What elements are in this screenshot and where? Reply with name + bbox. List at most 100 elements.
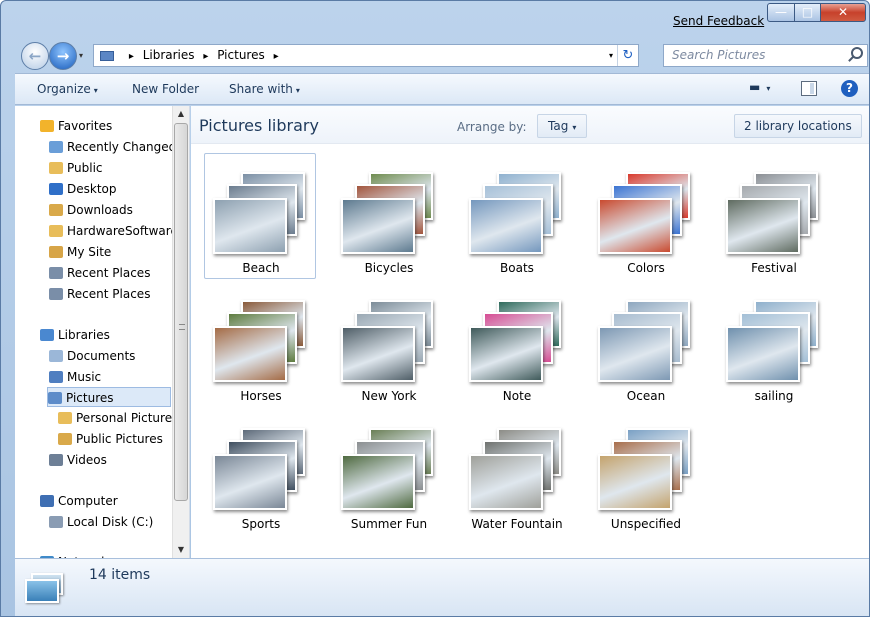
sidebar-item-downloads[interactable]: Downloads [49, 200, 133, 220]
library-locations-button[interactable]: 2 library locations [734, 114, 862, 138]
search-icon[interactable] [851, 47, 863, 59]
grip-icon [179, 324, 185, 330]
libraries-icon [40, 329, 54, 341]
sidebar-item-label: Computer [58, 494, 118, 508]
sidebar-item-desktop[interactable]: Desktop [49, 179, 117, 199]
breadcrumb-libraries[interactable]: Libraries [143, 48, 195, 62]
sidebar-item-recent-places[interactable]: Recent Places [49, 263, 150, 283]
back-button[interactable]: ← [21, 42, 49, 70]
sidebar-item-public-pictures[interactable]: Public Pictures [58, 429, 163, 449]
sidebar-item-public[interactable]: Public [49, 158, 103, 178]
sidebar-item-local-disk-c[interactable]: Local Disk (C:) [49, 512, 153, 532]
breadcrumb-separator-icon[interactable]: ▸ [274, 51, 279, 62]
library-tile-summer-fun[interactable]: Summer Fun [332, 409, 444, 535]
disk-icon [49, 516, 63, 528]
share-with-label: Share with [229, 82, 293, 96]
library-tile-water-fountain[interactable]: Water Fountain [460, 409, 572, 535]
refresh-button[interactable]: ↻ [617, 45, 638, 66]
chevron-down-icon: ▾ [93, 86, 98, 95]
photo-stack-icon [469, 290, 565, 382]
nav-scrollbar[interactable]: ▲ ▼ [172, 106, 189, 558]
minimize-button[interactable]: — [767, 3, 795, 22]
desktop-icon [49, 183, 63, 195]
preview-pane-icon[interactable] [801, 81, 817, 96]
send-feedback-link[interactable]: Send Feedback [673, 14, 764, 28]
library-tile-colors[interactable]: Colors [589, 153, 701, 279]
forward-button[interactable]: → [49, 42, 77, 70]
library-tile-boats[interactable]: Boats [460, 153, 572, 279]
library-tile-beach[interactable]: Beach [204, 153, 316, 279]
scroll-thumb[interactable] [174, 123, 188, 501]
sidebar-item-videos[interactable]: Videos [49, 450, 107, 470]
sidebar-item-music[interactable]: Music [49, 367, 101, 387]
arrange-by-dropdown[interactable]: Tag ▾ [537, 114, 588, 138]
library-tile-note[interactable]: Note [460, 281, 572, 407]
sidebar-item-label: Public Pictures [76, 432, 163, 446]
sidebar-item-computer[interactable]: Computer [40, 491, 118, 511]
downloads-icon [49, 204, 63, 216]
sidebar-item-documents[interactable]: Documents [49, 346, 135, 366]
sidebar-item-label: Favorites [58, 119, 113, 133]
sidebar-item-pictures[interactable]: Pictures [47, 387, 171, 407]
library-tile-festival[interactable]: Festival [717, 153, 829, 279]
library-header: Pictures library Arrange by: Tag ▾ 2 libr… [191, 106, 869, 144]
minimize-icon: — [775, 5, 787, 19]
view-icon: ▬ [749, 80, 761, 94]
photo-thumbnail [598, 198, 672, 254]
star-icon [40, 120, 54, 132]
library-tile-unspecified[interactable]: Unspecified [589, 409, 701, 535]
tile-label: Horses [240, 389, 282, 403]
pictures-library-icon [25, 569, 65, 605]
sidebar-item-libraries[interactable]: Libraries [40, 325, 110, 345]
address-dropdown-icon[interactable]: ▾ [609, 45, 613, 66]
sidebar-item-personal-pictures[interactable]: Personal Pictures [58, 408, 178, 428]
libraries-folder-icon [100, 50, 114, 61]
sidebar-item-label: Recent Places [67, 287, 151, 301]
tile-label: Festival [751, 261, 797, 275]
maximize-icon: □ [801, 5, 814, 19]
photo-stack-icon [598, 418, 694, 510]
sidebar-item-hardwaresoftware[interactable]: HardwareSoftware [49, 221, 178, 241]
library-tile-new-york[interactable]: New York [332, 281, 444, 407]
title-bar[interactable]: Send Feedback — □ ✕ [1, 1, 869, 39]
sidebar-item-my-site[interactable]: My Site [49, 242, 111, 262]
sidebar-item-label: Libraries [58, 328, 110, 342]
sidebar-item-favorites[interactable]: Favorites [40, 116, 112, 136]
scroll-up-icon[interactable]: ▲ [173, 106, 189, 122]
library-tile-ocean[interactable]: Ocean [589, 281, 701, 407]
new-folder-label: New Folder [132, 82, 200, 96]
command-bar: Organize ▾ New Folder Share with ▾ ▬ ▾ ? [15, 73, 869, 105]
help-icon[interactable]: ? [841, 80, 858, 97]
photo-thumbnail [726, 326, 800, 382]
scroll-down-icon[interactable]: ▼ [173, 542, 189, 558]
change-view-button[interactable]: ▬ ▾ [749, 80, 770, 94]
library-tile-bicycles[interactable]: Bicycles [332, 153, 444, 279]
library-tile-sports[interactable]: Sports [204, 409, 316, 535]
breadcrumb-separator-icon[interactable]: ▸ [203, 51, 208, 62]
recent-places-icon [49, 267, 63, 279]
recent-pages-dropdown[interactable]: ▾ [79, 51, 83, 60]
breadcrumb-separator-icon[interactable]: ▸ [129, 51, 134, 62]
photo-thumbnail [469, 454, 543, 510]
share-with-button[interactable]: Share with ▾ [229, 82, 300, 96]
photo-thumbnail [213, 198, 287, 254]
new-folder-button[interactable]: New Folder [132, 82, 199, 96]
sidebar-item-recent-places[interactable]: Recent Places [49, 284, 150, 304]
organize-button[interactable]: Organize ▾ [37, 82, 98, 96]
tile-label: Water Fountain [471, 517, 563, 531]
library-tile-sailing[interactable]: sailing [717, 281, 829, 407]
maximize-button[interactable]: □ [794, 3, 821, 22]
search-input[interactable]: Search Pictures [663, 44, 868, 67]
tile-label: Boats [500, 261, 534, 275]
close-button[interactable]: ✕ [820, 3, 866, 22]
music-icon [49, 371, 63, 383]
library-tile-horses[interactable]: Horses [204, 281, 316, 407]
status-bar: 14 items [15, 558, 869, 616]
sidebar-item-recently-changed[interactable]: Recently Changed [49, 137, 176, 157]
breadcrumb-pictures[interactable]: Pictures [217, 48, 265, 62]
forward-arrow-icon: → [56, 47, 70, 65]
photo-stack-icon [598, 290, 694, 382]
photo-thumbnail [213, 326, 287, 382]
photo-stack-icon [213, 162, 309, 254]
address-bar[interactable]: ▸ Libraries ▸ Pictures ▸ ▾ ↻ [93, 44, 639, 67]
